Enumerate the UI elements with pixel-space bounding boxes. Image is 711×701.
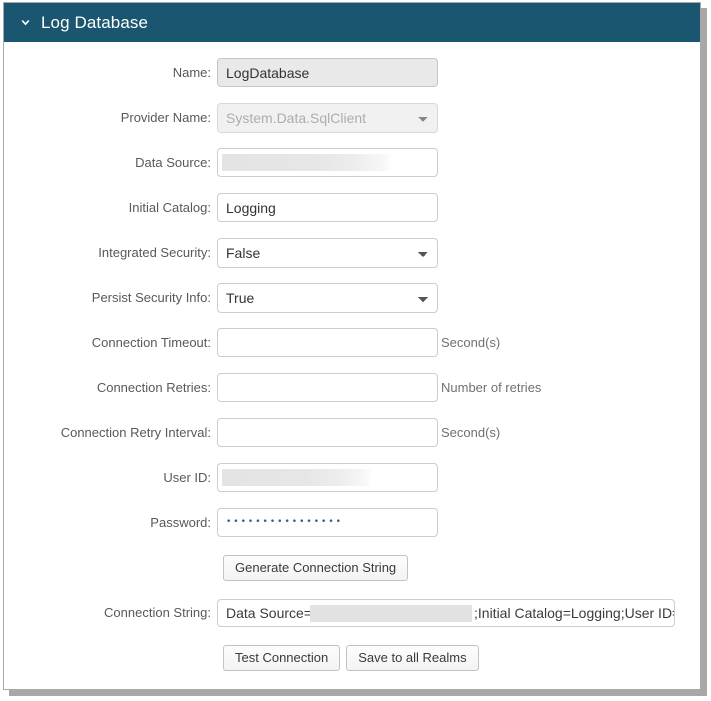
test-connection-button[interactable]: Test Connection: [223, 644, 341, 671]
label-connection-retry-interval: Connection Retry Interval:: [60, 425, 211, 440]
data-source-field-wrap: [217, 148, 438, 177]
connection-retry-interval-input[interactable]: [217, 418, 438, 447]
field-row-persist-security-info: Persist Security Info: True: [4, 275, 700, 320]
field-row-integrated-security: Integrated Security: False: [4, 230, 700, 275]
field-row-connection-retry-interval: Connection Retry Interval: Second(s): [4, 410, 700, 455]
log-database-panel: Log Database Name: Provider Name: System…: [3, 2, 701, 690]
connection-timeout-input[interactable]: [217, 328, 438, 357]
panel-header[interactable]: Log Database: [4, 3, 700, 42]
field-row-provider-name: Provider Name: System.Data.SqlClient: [4, 95, 700, 140]
suffix-connection-retry-interval: Second(s): [441, 425, 501, 440]
suffix-connection-retries: Number of retries: [441, 380, 542, 395]
label-user-id: User ID:: [163, 470, 211, 485]
provider-name-select[interactable]: System.Data.SqlClient: [217, 102, 438, 133]
label-password: Password:: [150, 515, 211, 530]
page-title: Log Database: [41, 13, 149, 32]
label-initial-catalog: Initial Catalog:: [128, 200, 211, 215]
name-input[interactable]: [217, 58, 438, 87]
initial-catalog-input[interactable]: [217, 193, 438, 222]
label-provider-name: Provider Name:: [120, 110, 211, 125]
save-to-all-realms-button[interactable]: Save to all Realms: [346, 644, 479, 671]
field-row-connection-retries: Connection Retries: Number of retries: [4, 365, 700, 410]
label-name: Name:: [172, 65, 211, 80]
field-row-connection-string: Connection String: Data Source= ;Initial …: [4, 590, 700, 635]
label-data-source: Data Source:: [135, 155, 211, 170]
chevron-down-icon[interactable]: [18, 16, 32, 30]
connection-string-suffix: ;Initial Catalog=Logging;User ID=S: [474, 604, 675, 621]
generate-connection-string-button[interactable]: Generate Connection String: [223, 554, 409, 581]
persist-security-info-select[interactable]: True: [217, 282, 438, 313]
generate-button-row: Generate Connection String: [4, 545, 700, 590]
integrated-security-select[interactable]: False: [217, 237, 438, 268]
label-connection-string: Connection String:: [104, 605, 211, 620]
label-persist-security-info: Persist Security Info:: [91, 290, 211, 305]
action-buttons-row: Test Connection Save to all Realms: [4, 635, 700, 680]
user-id-field-wrap: [217, 463, 438, 492]
field-row-initial-catalog: Initial Catalog:: [4, 185, 700, 230]
field-row-password: Password: ••••••••••••••••: [4, 500, 700, 545]
connection-string-prefix: Data Source=: [226, 604, 312, 621]
panel-body: Name: Provider Name: System.Data.SqlClie…: [4, 42, 700, 689]
label-connection-retries: Connection Retries:: [96, 380, 211, 395]
user-id-input[interactable]: [217, 463, 438, 492]
field-row-user-id: User ID:: [4, 455, 700, 500]
password-input[interactable]: ••••••••••••••••: [217, 508, 438, 537]
password-masked-value: ••••••••••••••••: [226, 517, 343, 527]
connection-string-input[interactable]: Data Source= ;Initial Catalog=Logging;Use…: [217, 598, 675, 627]
field-row-data-source: Data Source:: [4, 140, 700, 185]
connection-retries-input[interactable]: [217, 373, 438, 402]
suffix-connection-timeout: Second(s): [441, 335, 501, 350]
label-connection-timeout: Connection Timeout:: [91, 335, 211, 350]
field-row-connection-timeout: Connection Timeout: Second(s): [4, 320, 700, 365]
data-source-input[interactable]: [217, 148, 438, 177]
field-row-name: Name:: [4, 50, 700, 95]
label-integrated-security: Integrated Security:: [98, 245, 211, 260]
